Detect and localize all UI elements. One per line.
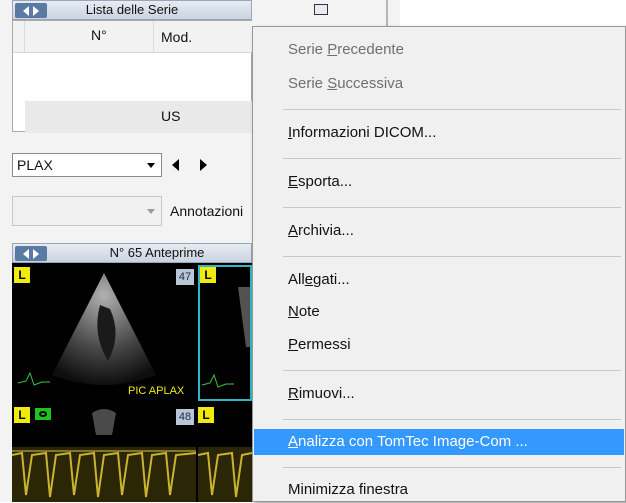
label-l-badge: L — [14, 267, 30, 283]
menu-item-remove[interactable]: Rimuovi... — [254, 381, 624, 407]
preview-panel-title: N° 65 Anteprime — [109, 245, 205, 260]
thumbnail-number: 47 — [176, 269, 194, 285]
mnemonic: N — [288, 303, 299, 320]
chevron-down-icon — [147, 209, 155, 214]
mnemonic: P — [327, 41, 338, 58]
menu-item-notes[interactable]: Note — [254, 299, 624, 325]
menu-separator — [283, 109, 621, 110]
next-view-icon[interactable] — [200, 159, 207, 171]
column-header-number[interactable]: N° — [91, 27, 107, 43]
menu-separator — [283, 256, 621, 257]
doppler-strip-image — [12, 409, 196, 502]
arrow-left-icon[interactable] — [23, 6, 29, 16]
menu-item-dicom-info[interactable]: Informazioni DICOM... — [254, 120, 624, 146]
menu-separator — [283, 419, 621, 420]
thumbnail-4[interactable]: L — [198, 405, 252, 502]
mnemonic: P — [288, 336, 299, 353]
series-panel-header: Lista delle Serie — [12, 0, 252, 20]
annotation-dropdown[interactable] — [12, 196, 162, 226]
mnemonic: E — [288, 173, 299, 190]
table-row[interactable]: US — [25, 101, 253, 133]
preview-nav-buttons[interactable] — [15, 246, 47, 261]
menu-item-minimize-window[interactable]: Minimizza finestra — [254, 477, 624, 503]
previous-view-icon[interactable] — [172, 159, 179, 171]
view-dropdown[interactable]: PLAX — [12, 153, 162, 177]
mnemonic: A — [288, 222, 299, 239]
column-header-modality[interactable]: Mod. — [161, 29, 192, 45]
doppler-strip-image — [198, 447, 252, 502]
thumbnail-grid: L 47 PIC APLAX L L 48 L — [12, 263, 252, 502]
menu-separator — [283, 207, 621, 208]
thumbnail-1[interactable]: L 47 PIC APLAX — [12, 265, 196, 401]
mnemonic: R — [288, 385, 299, 402]
series-panel-title: Lista delle Serie — [85, 2, 179, 17]
menu-separator — [283, 370, 621, 371]
menu-separator — [283, 467, 621, 468]
echo-sector-image — [17, 273, 156, 386]
series-table: N° Mod. US — [12, 20, 253, 133]
pin-icon[interactable] — [314, 4, 328, 15]
series-nav-buttons[interactable] — [15, 3, 47, 18]
thumbnail-3[interactable]: L 48 — [12, 405, 196, 502]
menu-item-next-series[interactable]: Serie Successiva — [254, 71, 624, 97]
arrow-left-icon[interactable] — [23, 249, 29, 259]
mnemonic: e — [304, 271, 314, 288]
mnemonic: S — [327, 75, 338, 92]
menu-separator — [283, 158, 621, 159]
thumbnail-2[interactable]: L — [198, 265, 252, 401]
row-modality: US — [161, 108, 181, 124]
preview-panel-header: N° 65 Anteprime — [12, 243, 252, 263]
thumbnail-caption: PIC APLAX — [128, 385, 185, 397]
menu-item-archive[interactable]: Archivia... — [254, 218, 624, 244]
mnemonic: A — [288, 433, 299, 450]
menu-item-analyze-tomtec[interactable]: Analizza con TomTec Image-Com ... — [254, 429, 624, 455]
arrow-right-icon[interactable] — [33, 249, 39, 259]
menu-item-previous-series[interactable]: Serie Precedente — [254, 37, 624, 63]
annotation-label: Annotazioni — [170, 203, 244, 219]
menu-item-export[interactable]: Esporta... — [254, 169, 624, 195]
menu-item-attachments[interactable]: Allegati... — [254, 267, 624, 293]
table-header: N° Mod. — [13, 21, 253, 53]
arrow-right-icon[interactable] — [33, 6, 39, 16]
chevron-down-icon — [147, 163, 155, 168]
menu-item-permissions[interactable]: Permessi — [254, 332, 624, 358]
view-dropdown-value: PLAX — [17, 157, 53, 173]
context-menu: Serie Precedente Serie Successiva Inform… — [252, 26, 626, 502]
echo-sector-image — [201, 287, 250, 388]
